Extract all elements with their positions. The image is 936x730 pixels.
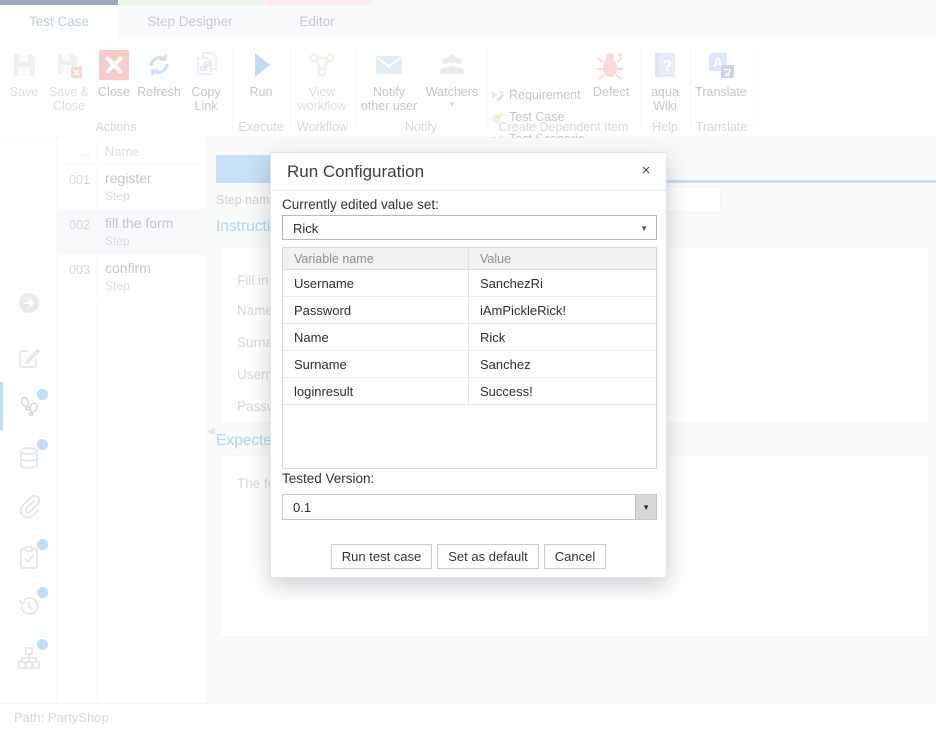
variable-name: Username — [283, 270, 469, 296]
value-set-selected: Rick — [293, 221, 318, 236]
run-configuration-dialog: Run Configuration × Currently edited val… — [270, 152, 667, 578]
tested-version-value: 0.1 — [293, 500, 311, 515]
variable-value: Success! — [469, 378, 656, 404]
variable-value: iAmPickleRick! — [469, 297, 656, 323]
set-as-default-button[interactable]: Set as default — [437, 544, 539, 569]
column-header-value: Value — [469, 248, 656, 269]
caret-down-icon: ▼ — [642, 503, 650, 512]
tested-version-label: Tested Version: — [282, 471, 374, 486]
variable-value: Sanchez — [469, 351, 656, 377]
variable-row[interactable]: Password iAmPickleRick! — [283, 297, 656, 324]
variable-value: Rick — [469, 324, 656, 350]
variable-row[interactable]: Name Rick — [283, 324, 656, 351]
caret-down-icon: ▼ — [640, 224, 648, 233]
dialog-button-row: Run test case Set as default Cancel — [271, 544, 666, 569]
dialog-header: Run Configuration × — [271, 153, 666, 191]
variable-name: Surname — [283, 351, 469, 377]
run-test-case-button[interactable]: Run test case — [331, 544, 433, 569]
close-icon: × — [642, 162, 651, 179]
app-window: Test Case Step Designer Editor Save — [0, 0, 936, 730]
value-set-select[interactable]: Rick ▼ — [282, 215, 657, 240]
variable-name: loginresult — [283, 378, 469, 404]
variable-name: Name — [283, 324, 469, 350]
variables-table: Variable name Value Username SanchezRi P… — [282, 247, 657, 469]
variable-value: SanchezRi — [469, 270, 656, 296]
variable-row[interactable]: Surname Sanchez — [283, 351, 656, 378]
cancel-button[interactable]: Cancel — [544, 544, 606, 569]
variables-table-header: Variable name Value — [283, 248, 656, 270]
variable-name: Password — [283, 297, 469, 323]
dialog-title: Run Configuration — [287, 162, 424, 182]
column-header-variable: Variable name — [283, 248, 469, 269]
variable-row[interactable]: Username SanchezRi — [283, 270, 656, 297]
variable-row[interactable]: loginresult Success! — [283, 378, 656, 405]
value-set-label: Currently edited value set: — [282, 197, 439, 212]
tested-version-combobox[interactable]: 0.1 ▼ — [282, 494, 657, 520]
dialog-close-button[interactable]: × — [636, 161, 656, 181]
dropdown-button[interactable]: ▼ — [635, 495, 656, 519]
